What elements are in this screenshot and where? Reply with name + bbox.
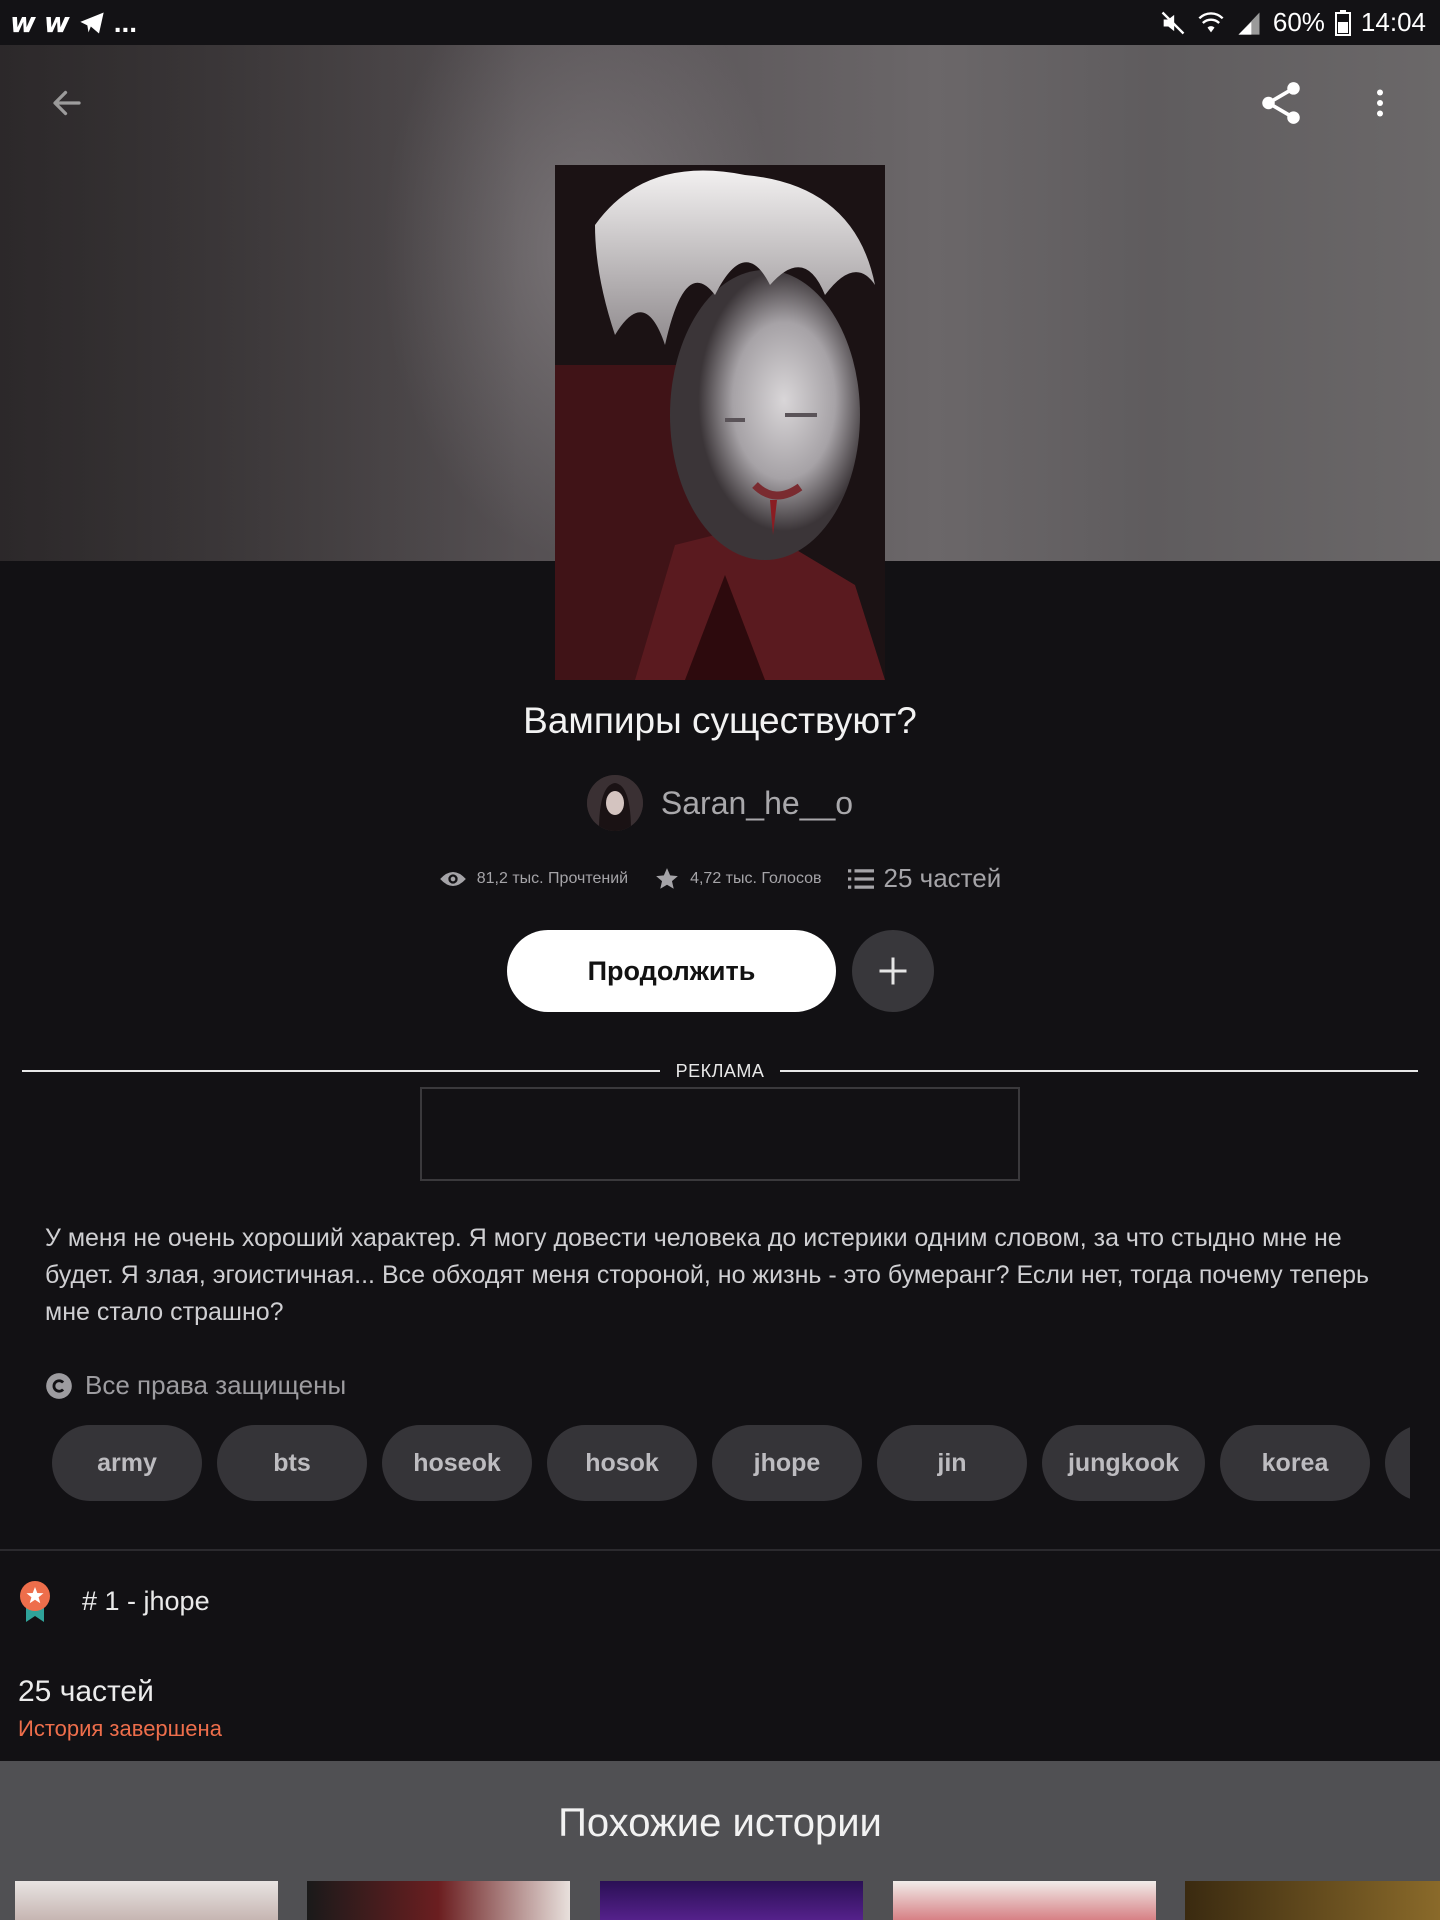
- tag-list: army bts hoseok hosok jhope jin jungkook…: [52, 1425, 1410, 1501]
- tag-chip[interactable]: jin: [877, 1425, 1027, 1501]
- section-divider: [0, 1549, 1440, 1551]
- system-status: 60% 14:04: [1159, 7, 1426, 38]
- divider: [780, 1070, 1419, 1072]
- author-avatar[interactable]: [586, 775, 643, 831]
- author-name[interactable]: Saran_he__o: [661, 785, 853, 822]
- similar-story-cover[interactable]: [15, 1881, 278, 1920]
- wifi-icon: [1198, 11, 1224, 32]
- ad-header: РЕКЛАМА: [22, 1058, 1419, 1084]
- cover-illustration: [555, 165, 885, 680]
- notification-icons: w w ...: [10, 6, 137, 39]
- similar-stories-title: Похожие истории: [558, 1801, 882, 1845]
- tag-chip[interactable]: korea: [1220, 1425, 1370, 1501]
- telegram-icon: [80, 12, 104, 33]
- tag-chip[interactable]: army: [52, 1425, 202, 1501]
- arrow-left-icon: [53, 90, 81, 116]
- tag-chip[interactable]: jungkook: [1042, 1425, 1205, 1501]
- reads-count: 81,2 тыс. Прочтений: [476, 869, 629, 887]
- copyright-row: Все права защищены: [45, 1370, 346, 1401]
- similar-story-cover[interactable]: [307, 1881, 570, 1920]
- copyright-text: Все права защищены: [85, 1370, 347, 1400]
- parts-count[interactable]: 25 частей: [18, 1675, 154, 1709]
- continue-reading-button[interactable]: Продолжить: [507, 930, 836, 1012]
- story-stats: 81,2 тыс. Прочтений 4,72 тыс. Голосов 25…: [0, 863, 1440, 894]
- share-button[interactable]: [1249, 71, 1313, 135]
- battery-percent: 60%: [1272, 7, 1325, 37]
- wattpad-notification-icon: w: [43, 6, 70, 39]
- tag-chip[interactable]: bts: [217, 1425, 367, 1501]
- ranking-text[interactable]: # 1 - jhope: [82, 1586, 210, 1617]
- award-ribbon-icon: [20, 1581, 50, 1622]
- eye-icon: [439, 871, 466, 886]
- tag-chip[interactable]: jhope: [712, 1425, 862, 1501]
- votes-count: 4,72 тыс. Голосов: [690, 869, 822, 887]
- mute-icon: [1161, 11, 1185, 34]
- more-vertical-icon: [1377, 89, 1383, 117]
- star-icon: [656, 867, 678, 889]
- parts-stat: 25 частей: [847, 863, 1002, 894]
- plus-icon: [879, 957, 907, 985]
- story-status: История завершена: [18, 1716, 222, 1741]
- tag-chip[interactable]: hosok: [547, 1425, 697, 1501]
- similar-story-cover[interactable]: [600, 1881, 863, 1920]
- tag-chip-partial[interactable]: [1385, 1425, 1410, 1501]
- status-bar: w w ... 60% 14:04: [0, 0, 1440, 45]
- story-description: У меня не очень хороший характер. Я могу…: [45, 1224, 1370, 1326]
- add-to-library-button[interactable]: [852, 930, 934, 1012]
- votes-stat: 4,72 тыс. Голосов: [654, 866, 822, 892]
- back-button[interactable]: [35, 71, 99, 135]
- similar-story-cover[interactable]: [1185, 1881, 1440, 1920]
- ad-label: РЕКЛАМА: [675, 1060, 765, 1081]
- copyright-icon: [46, 1372, 72, 1399]
- ranking-row[interactable]: # 1 - jhope: [18, 1580, 210, 1622]
- share-icon: [1262, 82, 1300, 124]
- reads-stat: 81,2 тыс. Прочтений: [439, 868, 628, 890]
- similar-stories-section: Похожие истории: [0, 1761, 1440, 1920]
- story-cover-image[interactable]: [555, 165, 885, 680]
- similar-story-cover[interactable]: [893, 1881, 1156, 1920]
- ad-slot[interactable]: [420, 1087, 1020, 1181]
- list-icon: [847, 868, 874, 889]
- parts-count-stat: 25 частей: [883, 863, 1002, 893]
- signal-icon: [1238, 12, 1260, 35]
- divider: [22, 1070, 660, 1072]
- more-options-button[interactable]: [1348, 71, 1412, 135]
- battery-icon: [1334, 9, 1351, 36]
- tag-chip[interactable]: hoseok: [382, 1425, 532, 1501]
- clock: 14:04: [1360, 7, 1426, 37]
- author-row[interactable]: Saran_he__o: [0, 775, 1440, 831]
- more-notifications: ...: [113, 6, 138, 38]
- story-title: Вампиры существуют?: [523, 700, 917, 741]
- wattpad-notification-icon: w: [10, 6, 36, 39]
